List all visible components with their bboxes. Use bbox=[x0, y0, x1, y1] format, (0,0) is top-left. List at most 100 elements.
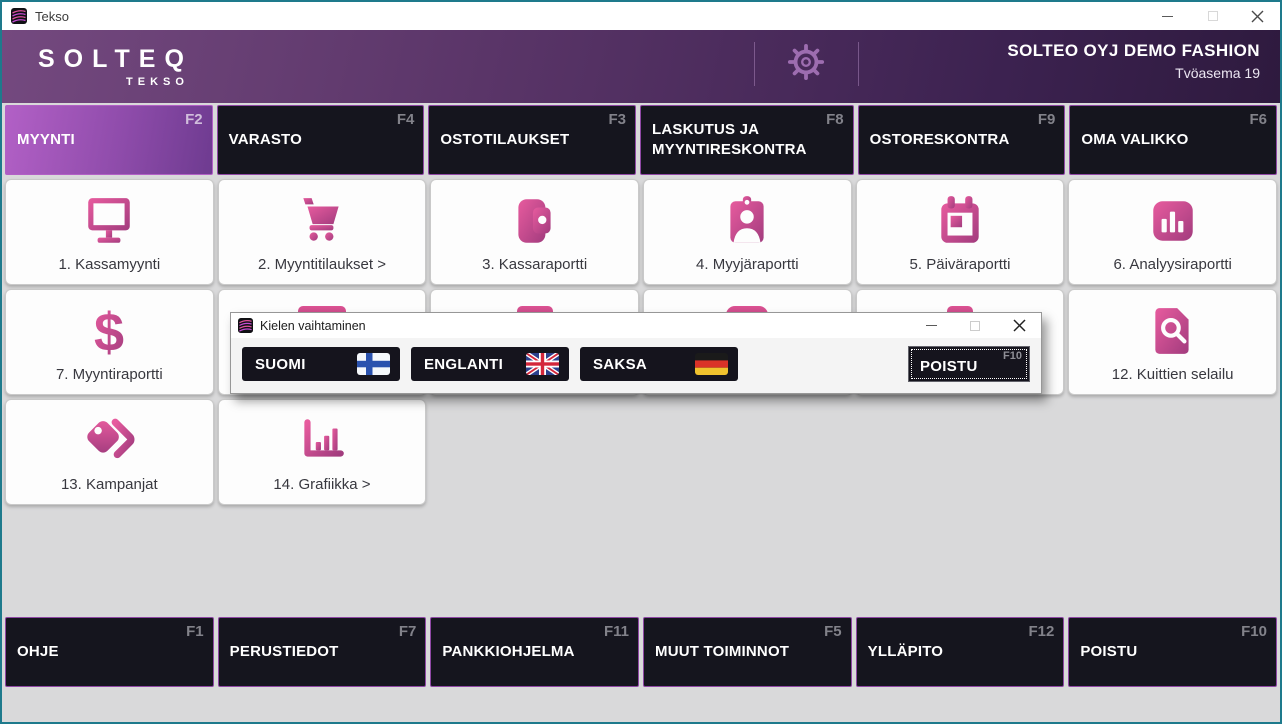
language-label: SAKSA bbox=[593, 356, 647, 373]
tekso-app-icon bbox=[238, 318, 253, 333]
dialog-poistu-button[interactable]: POISTU F10 bbox=[908, 346, 1030, 382]
receipt-search-icon bbox=[1146, 290, 1200, 366]
tekso-window: Tekso SOLTEQ TEKSO bbox=[0, 0, 1282, 724]
fkey-label: F4 bbox=[397, 111, 415, 128]
app-header: SOLTEQ TEKSO SOLTEO bbox=[2, 30, 1280, 103]
tile-kassaraportti[interactable]: 3. Kassaraportti bbox=[430, 179, 639, 285]
nav-label: PANKKIOHJELMA bbox=[442, 642, 574, 662]
bar-chart-icon bbox=[1146, 180, 1200, 256]
dialog-close-button[interactable] bbox=[997, 313, 1041, 338]
germany-flag-icon bbox=[695, 353, 728, 375]
bottom-nav: OHJE F1 PERUSTIEDOT F7 PANKKIOHJELMA F11… bbox=[2, 617, 1280, 687]
nav-label: OSTORESKONTRA bbox=[870, 130, 1010, 150]
nav-label: OMA VALIKKO bbox=[1081, 130, 1188, 150]
nav-yllapito[interactable]: YLLÄPITO F12 bbox=[856, 617, 1065, 687]
tekso-logo-text: TEKSO bbox=[38, 76, 193, 88]
dialog-titlebar: Kielen vaihtaminen bbox=[231, 313, 1041, 338]
minimize-icon bbox=[926, 325, 937, 326]
cart-icon bbox=[295, 180, 349, 256]
fkey-label: F6 bbox=[1249, 111, 1267, 128]
nav-tab-myynti[interactable]: MYYNTI F2 bbox=[5, 105, 213, 175]
tile-kampanjat[interactable]: 13. Kampanjat bbox=[5, 399, 214, 505]
company-name: SOLTEO OYJ DEMO FASHION bbox=[1007, 41, 1260, 61]
tile-label: 13. Kampanjat bbox=[61, 476, 158, 504]
gear-icon[interactable] bbox=[787, 43, 825, 81]
dialog-minimize-button[interactable] bbox=[909, 313, 953, 338]
fkey-label: F11 bbox=[604, 623, 629, 640]
dialog-controls bbox=[909, 313, 1041, 338]
tile-myyjaraportti[interactable]: 4. Myyjäraportti bbox=[643, 179, 852, 285]
window-title: Tekso bbox=[35, 9, 69, 24]
tile-label: 6. Analyysiraportti bbox=[1113, 256, 1231, 284]
header-info: SOLTEO OYJ DEMO FASHION Tvöasema 19 bbox=[1007, 41, 1260, 81]
tile-label: 5. Päiväraportti bbox=[910, 256, 1011, 284]
nav-muut-toiminnot[interactable]: MUUT TOIMINNOT F5 bbox=[643, 617, 852, 687]
workstation-label: Tvöasema 19 bbox=[1007, 65, 1260, 81]
nav-label: VARASTO bbox=[229, 130, 302, 150]
dialog-maximize-button[interactable] bbox=[953, 313, 997, 338]
close-icon bbox=[1251, 10, 1264, 23]
nav-label: OSTOTILAUKSET bbox=[440, 130, 569, 150]
minimize-button[interactable] bbox=[1145, 2, 1190, 30]
fkey-label: F1 bbox=[186, 623, 204, 640]
tile-myyntitilaukset[interactable]: 2. Myyntitilaukset > bbox=[218, 179, 427, 285]
language-label: SUOMI bbox=[255, 356, 306, 373]
nav-label: MUUT TOIMINNOT bbox=[655, 642, 789, 662]
window-controls bbox=[1145, 2, 1280, 30]
calendar-icon bbox=[933, 180, 987, 256]
graph-icon bbox=[295, 400, 349, 476]
fkey-label: F3 bbox=[608, 111, 626, 128]
nav-label: POISTU bbox=[1080, 642, 1137, 662]
maximize-icon bbox=[1208, 11, 1218, 21]
tile-label: 4. Myyjäraportti bbox=[696, 256, 799, 284]
close-button[interactable] bbox=[1235, 2, 1280, 30]
tile-grafiikka[interactable]: 14. Grafiikka > bbox=[218, 399, 427, 505]
solteq-logo: SOLTEQ TEKSO bbox=[38, 45, 193, 88]
nav-label: OHJE bbox=[17, 642, 59, 662]
tile-label: 2. Myyntitilaukset > bbox=[258, 256, 386, 284]
poistu-label: POISTU bbox=[920, 358, 978, 375]
englanti-button[interactable]: ENGLANTI bbox=[411, 347, 569, 381]
fkey-label: F2 bbox=[185, 111, 203, 128]
language-dialog: Kielen vaihtaminen SUOMI bbox=[230, 312, 1042, 394]
nav-tab-varasto[interactable]: VARASTO F4 bbox=[217, 105, 425, 175]
nav-pankkiohjelma[interactable]: PANKKIOHJELMA F11 bbox=[430, 617, 639, 687]
tile-kuittien-selailu[interactable]: 12. Kuittien selailu bbox=[1068, 289, 1277, 395]
window-titlebar: Tekso bbox=[2, 2, 1280, 30]
nav-tab-ostoreskontra[interactable]: OSTORESKONTRA F9 bbox=[858, 105, 1066, 175]
tile-analyysiraportti[interactable]: 6. Analyysiraportti bbox=[1068, 179, 1277, 285]
wallet-icon bbox=[508, 180, 562, 256]
tile-paivaraportti[interactable]: 5. Päiväraportti bbox=[856, 179, 1065, 285]
suomi-button[interactable]: SUOMI bbox=[242, 347, 400, 381]
header-divider bbox=[754, 42, 755, 86]
fkey-label: F7 bbox=[399, 623, 417, 640]
top-nav: MYYNTI F2 VARASTO F4 OSTOTILAUKSET F3 LA… bbox=[2, 105, 1280, 175]
fkey-label: F10 bbox=[1241, 623, 1267, 640]
nav-ohje[interactable]: OHJE F1 bbox=[5, 617, 214, 687]
fkey-label: F5 bbox=[824, 623, 842, 640]
tile-label: 3. Kassaraportti bbox=[482, 256, 587, 284]
nav-tab-laskutus[interactable]: LASKUTUS JA MYYNTIRESKONTRA F8 bbox=[640, 105, 854, 175]
nav-label: LASKUTUS JA MYYNTIRESKONTRA bbox=[652, 120, 807, 161]
fkey-label: F10 bbox=[1003, 350, 1022, 362]
dialog-body: SUOMI ENGLANTI bbox=[231, 338, 1041, 393]
dialog-title: Kielen vaihtaminen bbox=[260, 319, 366, 333]
nav-poistu[interactable]: POISTU F10 bbox=[1068, 617, 1277, 687]
fkey-label: F12 bbox=[1028, 623, 1054, 640]
dollar-icon: $ bbox=[82, 290, 136, 366]
tile-myyntiraportti[interactable]: $ 7. Myyntiraportti bbox=[5, 289, 214, 395]
nav-perustiedot[interactable]: PERUSTIEDOT F7 bbox=[218, 617, 427, 687]
nav-label: PERUSTIEDOT bbox=[230, 642, 339, 662]
tile-label: 12. Kuittien selailu bbox=[1112, 366, 1234, 394]
nav-tab-ostotilaukset[interactable]: OSTOTILAUKSET F3 bbox=[428, 105, 636, 175]
tile-label: 14. Grafiikka > bbox=[273, 476, 370, 504]
finland-flag-icon bbox=[357, 353, 390, 375]
monitor-icon bbox=[82, 180, 136, 256]
nav-tab-oma-valikko[interactable]: OMA VALIKKO F6 bbox=[1069, 105, 1277, 175]
tekso-app-icon bbox=[11, 8, 27, 24]
minimize-icon bbox=[1162, 16, 1173, 17]
tile-kassamyynti[interactable]: 1. Kassamyynti bbox=[5, 179, 214, 285]
svg-text:$: $ bbox=[94, 304, 124, 358]
maximize-button[interactable] bbox=[1190, 2, 1235, 30]
saksa-button[interactable]: SAKSA bbox=[580, 347, 738, 381]
